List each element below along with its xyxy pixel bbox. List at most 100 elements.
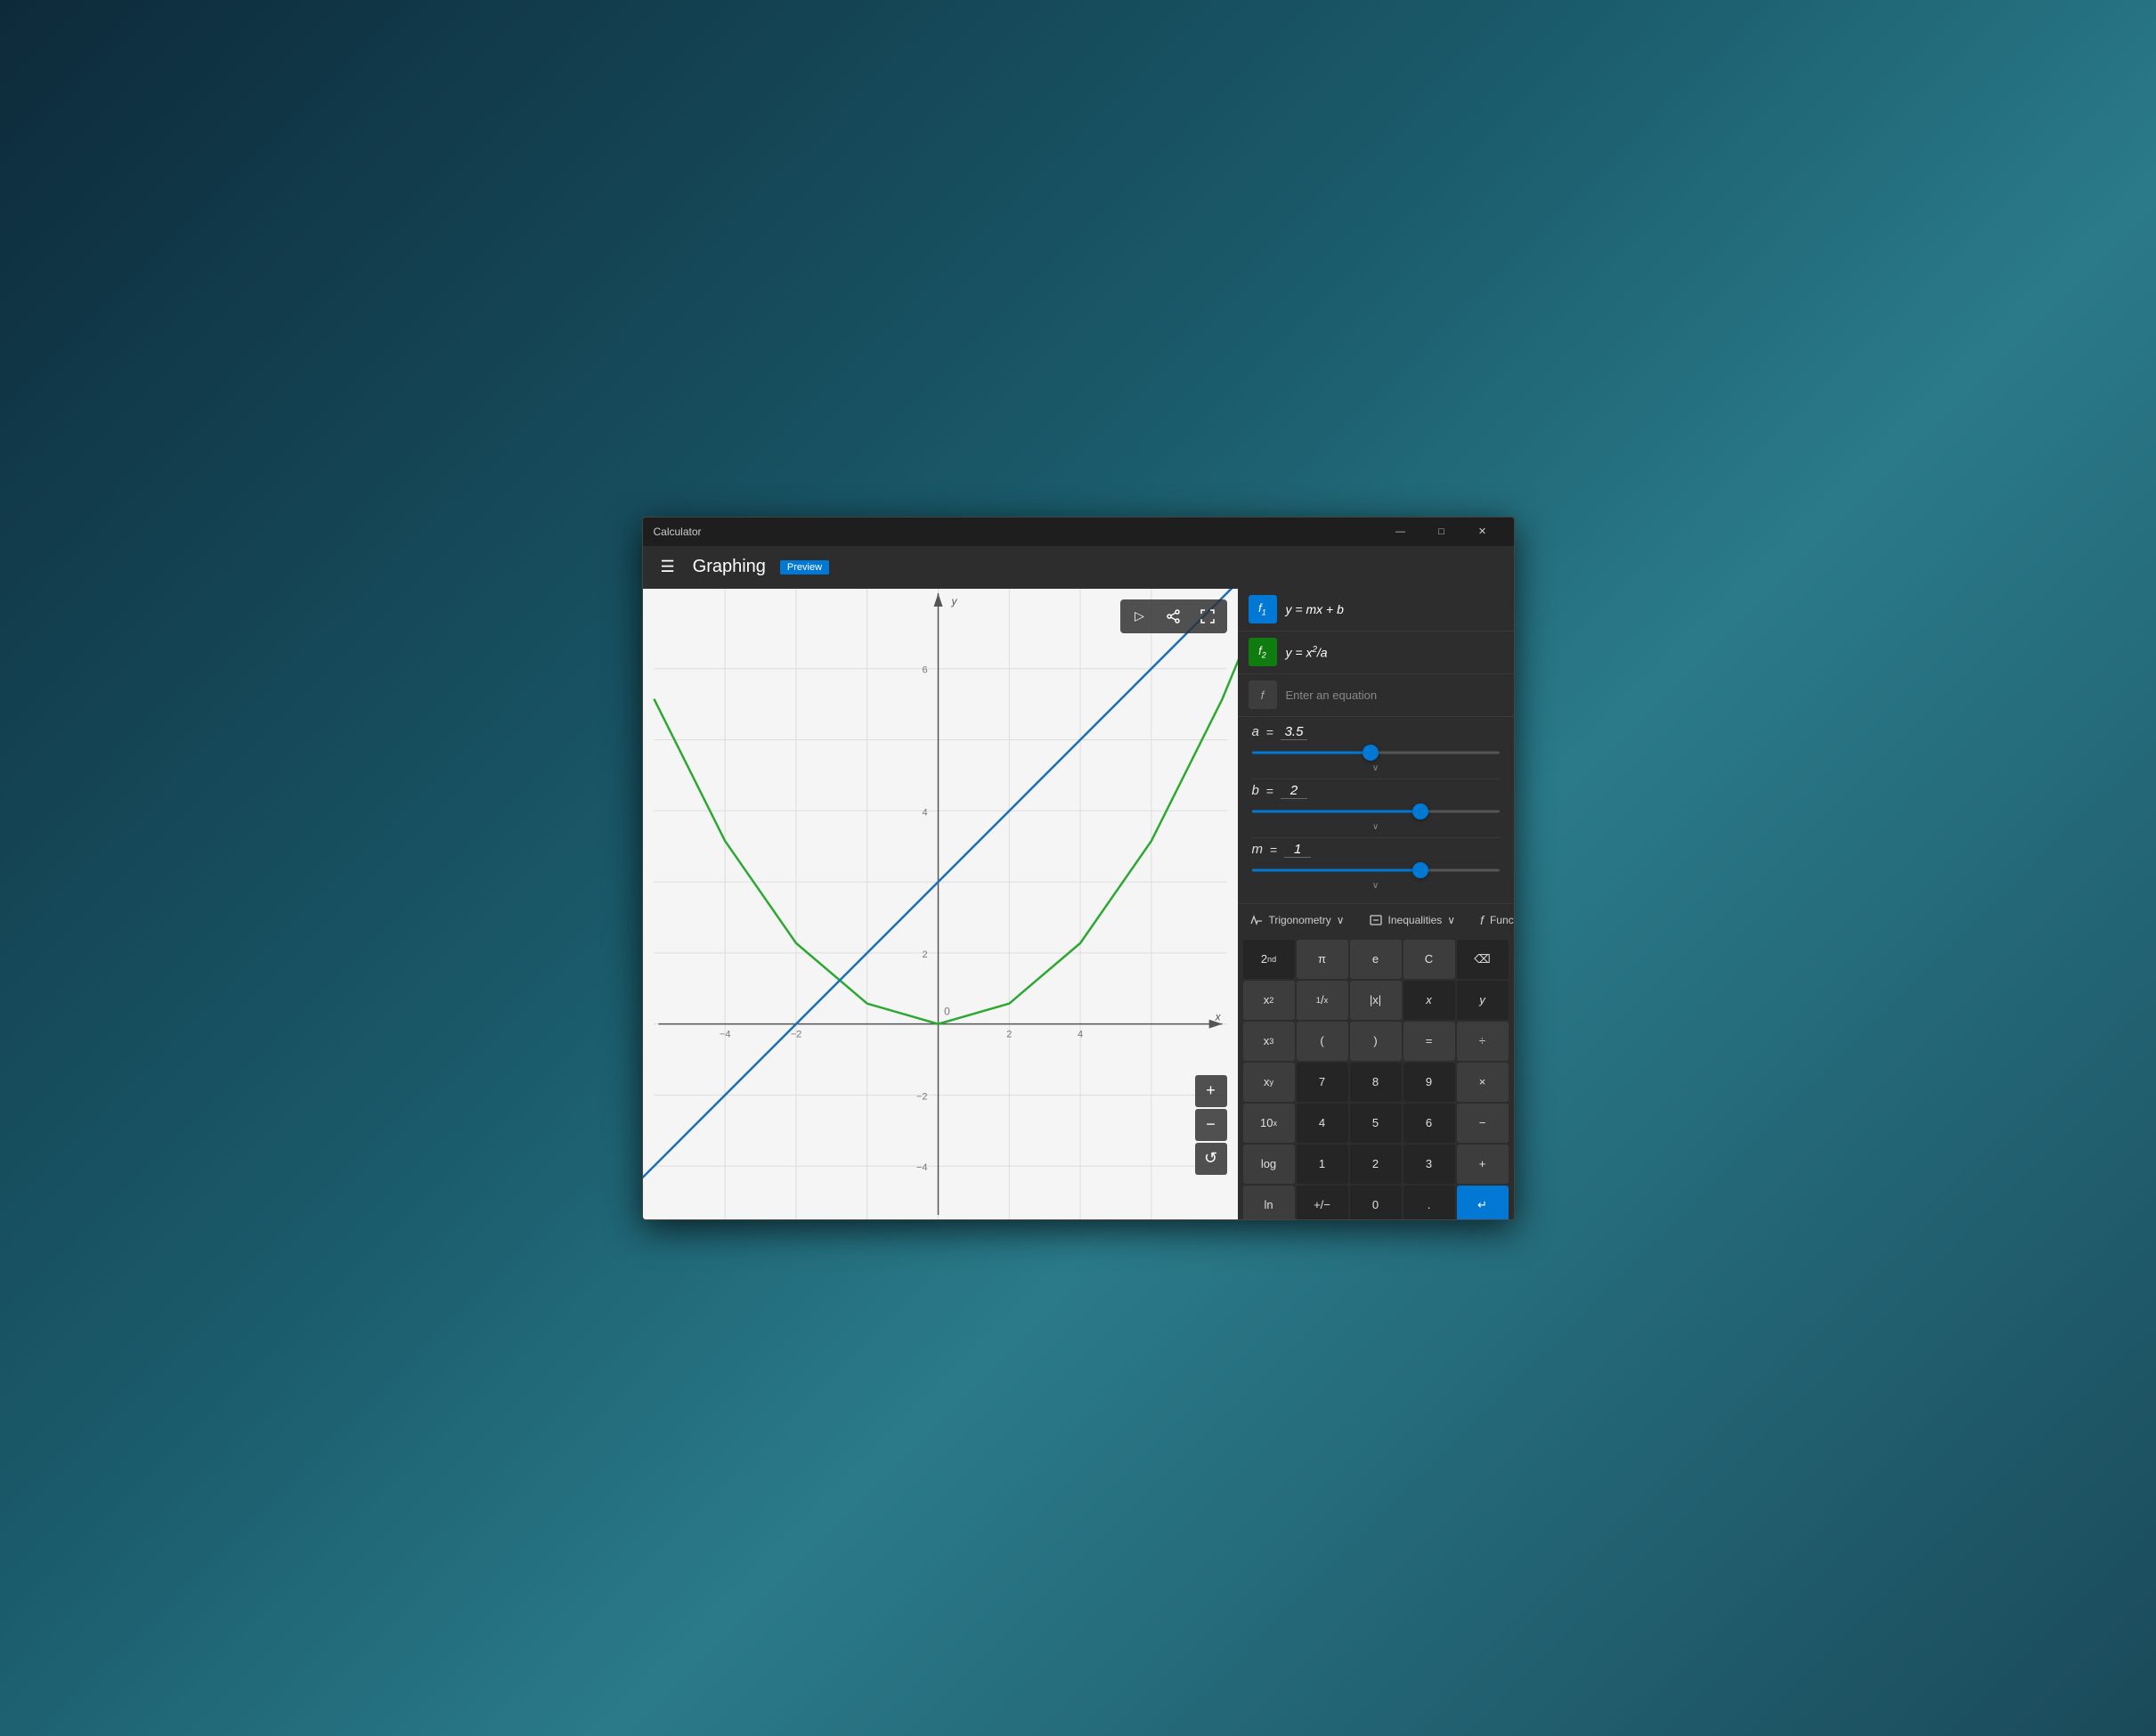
key-add[interactable]: + xyxy=(1457,1145,1509,1184)
variable-b-expand[interactable]: ∨ xyxy=(1252,822,1500,832)
variable-a-name: a xyxy=(1252,724,1259,739)
key-abs[interactable]: |x| xyxy=(1350,981,1402,1020)
variable-a-value: 3.5 xyxy=(1281,724,1307,740)
graph-area: 6 4 2 −2 −4 −4 −2 2 4 0 y x xyxy=(643,589,1238,1219)
key-clear[interactable]: C xyxy=(1403,940,1455,979)
key-10x[interactable]: 10x xyxy=(1243,1104,1295,1143)
f3-badge: f xyxy=(1249,681,1277,709)
window-title: Calculator xyxy=(654,526,1380,538)
variable-b-slider[interactable] xyxy=(1252,803,1500,820)
keys-grid: 2nd π e C ⌫ x2 1/x |x| x y x3 ( ) = xyxy=(1238,936,1514,1219)
svg-text:0: 0 xyxy=(944,1005,950,1017)
inequalities-dropdown-button[interactable]: Inequalities ∨ xyxy=(1364,910,1461,930)
f2-badge: f2 xyxy=(1249,638,1277,666)
fullscreen-tool-button[interactable] xyxy=(1192,603,1224,630)
key-8[interactable]: 8 xyxy=(1350,1063,1402,1102)
variable-b-name: b xyxy=(1252,783,1259,798)
key-e[interactable]: e xyxy=(1350,940,1402,979)
svg-text:2: 2 xyxy=(1006,1029,1012,1039)
key-9[interactable]: 9 xyxy=(1403,1063,1455,1102)
close-button[interactable]: ✕ xyxy=(1462,518,1503,546)
keyboard-section: Trigonometry ∨ Inequalities ∨ xyxy=(1238,903,1514,1219)
right-panel: f1 y = mx + b f2 y = x2/a f Enter a xyxy=(1238,589,1514,1219)
f2-equation: y = x2/a xyxy=(1286,645,1328,660)
key-ln[interactable]: ln xyxy=(1243,1186,1295,1219)
trigonometry-dropdown-button[interactable]: Trigonometry ∨ xyxy=(1245,910,1350,930)
minimize-button[interactable]: — xyxy=(1380,518,1421,546)
key-5[interactable]: 5 xyxy=(1350,1104,1402,1143)
key-7[interactable]: 7 xyxy=(1297,1063,1348,1102)
key-decimal[interactable]: . xyxy=(1403,1186,1455,1219)
key-close-paren[interactable]: ) xyxy=(1350,1022,1402,1061)
svg-text:−2: −2 xyxy=(916,1091,928,1102)
svg-text:x: x xyxy=(1214,1010,1221,1023)
key-6[interactable]: 6 xyxy=(1403,1104,1455,1143)
title-bar: Calculator — □ ✕ xyxy=(643,518,1514,546)
key-x-squared[interactable]: x2 xyxy=(1243,981,1295,1020)
variable-a-slider[interactable] xyxy=(1252,744,1500,762)
variable-m-name: m xyxy=(1252,842,1264,857)
key-log[interactable]: log xyxy=(1243,1145,1295,1184)
svg-text:4: 4 xyxy=(922,807,927,818)
svg-text:−2: −2 xyxy=(790,1029,801,1039)
key-x-power-y[interactable]: xy xyxy=(1243,1063,1295,1102)
variable-a-row: a = 3.5 ∨ xyxy=(1252,724,1500,773)
menu-icon[interactable]: ☰ xyxy=(657,554,679,580)
variable-m-value: 1 xyxy=(1284,842,1311,858)
key-subtract[interactable]: − xyxy=(1457,1104,1509,1143)
cursor-tool-button[interactable]: ▷ xyxy=(1124,603,1156,630)
f1-equation: y = mx + b xyxy=(1286,602,1344,616)
key-3[interactable]: 3 xyxy=(1403,1145,1455,1184)
svg-text:−4: −4 xyxy=(916,1162,928,1173)
key-backspace[interactable]: ⌫ xyxy=(1457,940,1509,979)
share-tool-button[interactable] xyxy=(1158,603,1190,630)
keyboard-toolbar: Trigonometry ∨ Inequalities ∨ xyxy=(1238,903,1514,936)
key-2nd[interactable]: 2nd xyxy=(1243,940,1295,979)
zoom-controls: + − ↺ xyxy=(1195,1075,1227,1175)
key-plusminus[interactable]: +/− xyxy=(1297,1186,1348,1219)
app-header: ☰ Graphing Preview xyxy=(643,546,1514,589)
equation-row-f2[interactable]: f2 y = x2/a xyxy=(1238,632,1514,674)
variable-m-row: m = 1 ∨ xyxy=(1252,842,1500,891)
key-1[interactable]: 1 xyxy=(1297,1145,1348,1184)
variable-b-row: b = 2 ∨ xyxy=(1252,783,1500,832)
variable-m-slider[interactable] xyxy=(1252,861,1500,879)
key-y-var[interactable]: y xyxy=(1457,981,1509,1020)
variable-m-expand[interactable]: ∨ xyxy=(1252,881,1500,891)
maximize-button[interactable]: □ xyxy=(1421,518,1462,546)
zoom-in-button[interactable]: + xyxy=(1195,1075,1227,1107)
equation-row-f3[interactable]: f Enter an equation xyxy=(1238,674,1514,717)
key-2[interactable]: 2 xyxy=(1350,1145,1402,1184)
key-x-var[interactable]: x xyxy=(1403,981,1455,1020)
divider-ab xyxy=(1252,778,1500,779)
key-reciprocal[interactable]: 1/x xyxy=(1297,981,1348,1020)
key-divide[interactable]: ÷ xyxy=(1457,1022,1509,1061)
key-x-cubed[interactable]: x3 xyxy=(1243,1022,1295,1061)
key-4[interactable]: 4 xyxy=(1297,1104,1348,1143)
title-bar-controls: — □ ✕ xyxy=(1380,518,1503,546)
key-pi[interactable]: π xyxy=(1297,940,1348,979)
divider-bm xyxy=(1252,837,1500,838)
zoom-out-button[interactable]: − xyxy=(1195,1109,1227,1141)
svg-text:2: 2 xyxy=(922,949,927,959)
key-enter[interactable]: ↵ xyxy=(1457,1186,1509,1219)
key-multiply[interactable]: × xyxy=(1457,1063,1509,1102)
graph-toolbar: ▷ xyxy=(1120,599,1227,633)
svg-text:−4: −4 xyxy=(719,1029,730,1039)
zoom-reset-button[interactable]: ↺ xyxy=(1195,1143,1227,1175)
key-equals[interactable]: = xyxy=(1403,1022,1455,1061)
main-content: 6 4 2 −2 −4 −4 −2 2 4 0 y x xyxy=(643,589,1514,1219)
f1-badge: f1 xyxy=(1249,595,1277,623)
variable-a-expand[interactable]: ∨ xyxy=(1252,763,1500,773)
key-open-paren[interactable]: ( xyxy=(1297,1022,1348,1061)
key-0[interactable]: 0 xyxy=(1350,1186,1402,1219)
function-dropdown-button[interactable]: f Function ∨ xyxy=(1475,909,1513,931)
svg-text:4: 4 xyxy=(1078,1029,1083,1039)
preview-badge: Preview xyxy=(780,560,829,575)
equation-row-f1[interactable]: f1 y = mx + b xyxy=(1238,589,1514,632)
f3-placeholder: Enter an equation xyxy=(1286,689,1378,702)
graph-canvas: 6 4 2 −2 −4 −4 −2 2 4 0 y x xyxy=(643,589,1238,1219)
svg-text:6: 6 xyxy=(922,664,927,675)
svg-text:y: y xyxy=(950,594,957,607)
app-window: Calculator — □ ✕ ☰ Graphing Preview xyxy=(642,517,1515,1220)
